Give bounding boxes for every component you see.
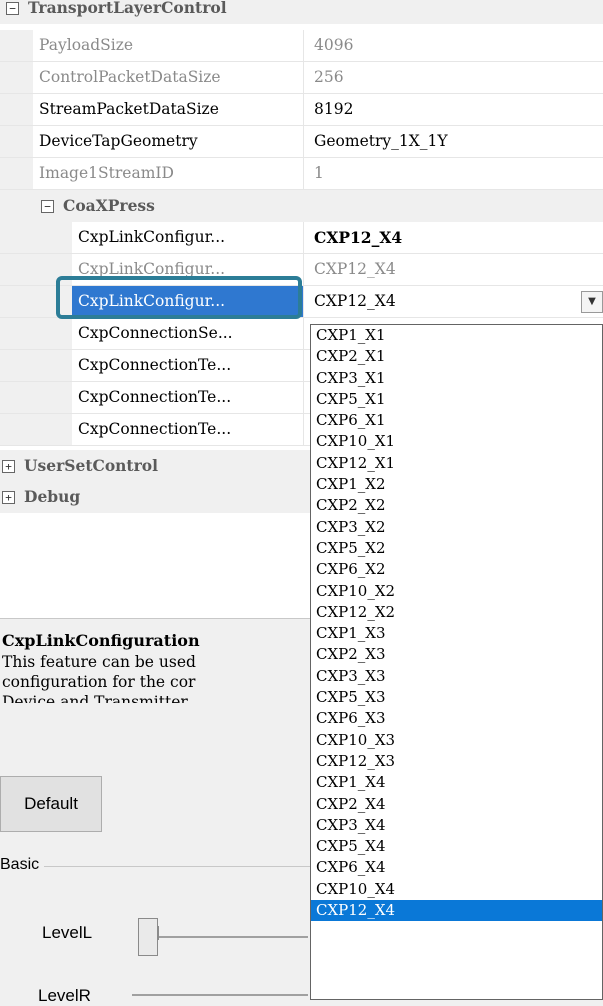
prop-name: DeviceTapGeometry (33, 126, 304, 157)
prop-row-image1-stream-id[interactable]: Image1StreamID 1 (0, 158, 603, 190)
expand-icon[interactable]: + (2, 490, 15, 504)
dropdown-option[interactable]: CXP5_X1 (311, 389, 602, 410)
category-label: Debug (24, 487, 81, 506)
dropdown-button[interactable]: ▼ (581, 291, 603, 313)
level-r-track[interactable] (132, 994, 308, 996)
dropdown-option[interactable]: CXP1_X2 (311, 474, 602, 495)
prop-row-payload-size[interactable]: PayloadSize 4096 (0, 30, 603, 62)
category-label: TransportLayerControl (28, 0, 227, 17)
prop-name: CxpConnectionSe... (72, 318, 304, 349)
prop-row-device-tap-geometry[interactable]: DeviceTapGeometry Geometry_1X_1Y (0, 126, 603, 158)
prop-name: ControlPacketDataSize (33, 62, 304, 93)
collapse-icon[interactable]: − (6, 1, 19, 15)
dropdown-option[interactable]: CXP1_X3 (311, 623, 602, 644)
prop-value[interactable]: CXP12_X4 (305, 222, 603, 253)
dropdown-option[interactable]: CXP3_X4 (311, 815, 602, 836)
description-text: Device and Transmitter (2, 693, 188, 703)
chevron-down-icon: ▼ (588, 296, 596, 307)
prop-value-editor[interactable]: CXP12_X4 ▼ (305, 286, 603, 317)
prop-value[interactable]: 1 (305, 158, 603, 189)
dropdown-option[interactable]: CXP10_X3 (311, 730, 602, 751)
level-l-slider-thumb[interactable] (138, 918, 158, 956)
prop-name: CxpConnectionTe... (72, 382, 304, 413)
prop-name: StreamPacketDataSize (33, 94, 304, 125)
prop-row-control-packet-data-size[interactable]: ControlPacketDataSize 256 (0, 62, 603, 94)
dropdown-option[interactable]: CXP12_X2 (311, 602, 602, 623)
dropdown-option[interactable]: CXP5_X4 (311, 836, 602, 857)
dropdown-option[interactable]: CXP12_X3 (311, 751, 602, 772)
dropdown-option[interactable]: CXP6_X2 (311, 559, 602, 580)
group-divider (44, 866, 314, 867)
prop-row-stream-packet-data-size[interactable]: StreamPacketDataSize 8192 (0, 94, 603, 126)
dropdown-option[interactable]: CXP12_X4 (311, 900, 602, 922)
prop-name: CxpConnectionTe... (72, 414, 304, 445)
category-transport-layer-control[interactable]: − TransportLayerControl (0, 0, 603, 24)
prop-row-cxp-link-config-1[interactable]: CxpLinkConfigur... CXP12_X4 (0, 222, 603, 254)
slider-tick (158, 926, 159, 940)
prop-name: CxpLinkConfigur... (72, 222, 304, 253)
prop-value[interactable]: CXP12_X4 (305, 254, 603, 285)
dropdown-option[interactable]: CXP2_X2 (311, 495, 602, 516)
dropdown-option[interactable]: CXP3_X1 (311, 368, 602, 389)
category-coaxpress[interactable]: − CoaXPress (0, 190, 603, 222)
category-label: CoaXPress (63, 196, 155, 215)
expand-icon[interactable]: + (2, 459, 15, 473)
dropdown-option[interactable]: CXP10_X2 (311, 581, 602, 602)
description-title: CxpLinkConfiguration (2, 631, 200, 650)
prop-name: CxpConnectionTe... (72, 350, 304, 381)
dropdown-option[interactable]: CXP5_X2 (311, 538, 602, 559)
dropdown-list[interactable]: CXP1_X1 CXP2_X1 CXP3_X1 CXP5_X1 CXP6_X1 CXP10… (310, 324, 603, 1000)
dropdown-option[interactable]: CXP5_X3 (311, 687, 602, 708)
dropdown-option[interactable]: CXP6_X3 (311, 708, 602, 729)
prop-value: CXP12_X4 (314, 292, 396, 310)
dropdown-option[interactable]: CXP2_X1 (311, 346, 602, 367)
description-text: configuration for the cor (2, 673, 196, 691)
prop-value[interactable]: 256 (305, 62, 603, 93)
dropdown-option[interactable]: CXP12_X1 (311, 453, 602, 474)
dropdown-option[interactable]: CXP6_X1 (311, 410, 602, 431)
level-l-track[interactable] (148, 936, 308, 938)
default-button[interactable]: Default (0, 776, 102, 832)
prop-name: PayloadSize (33, 30, 304, 61)
dropdown-option[interactable]: CXP3_X3 (311, 666, 602, 687)
dropdown-option[interactable]: CXP10_X4 (311, 879, 602, 900)
collapse-icon[interactable]: − (41, 199, 54, 213)
highlight-annotation (56, 276, 302, 319)
dropdown-option[interactable]: CXP3_X2 (311, 517, 602, 538)
dropdown-option[interactable]: CXP1_X1 (311, 325, 602, 346)
level-l-label: LevelL (42, 923, 93, 942)
description-text: This feature can be used (2, 653, 196, 671)
category-label: UserSetControl (24, 456, 158, 475)
basic-group-label: Basic (0, 856, 40, 873)
dropdown-option[interactable]: CXP10_X1 (311, 431, 602, 452)
prop-value[interactable]: 4096 (305, 30, 603, 61)
dropdown-option[interactable]: CXP2_X4 (311, 794, 602, 815)
level-r-label: LevelR (38, 986, 91, 1005)
dropdown-option[interactable]: CXP1_X4 (311, 772, 602, 793)
prop-value[interactable]: Geometry_1X_1Y (305, 126, 603, 157)
prop-name: Image1StreamID (33, 158, 304, 189)
dropdown-option[interactable]: CXP6_X4 (311, 857, 602, 878)
prop-value[interactable]: 8192 (305, 94, 603, 125)
dropdown-option[interactable]: CXP2_X3 (311, 644, 602, 665)
